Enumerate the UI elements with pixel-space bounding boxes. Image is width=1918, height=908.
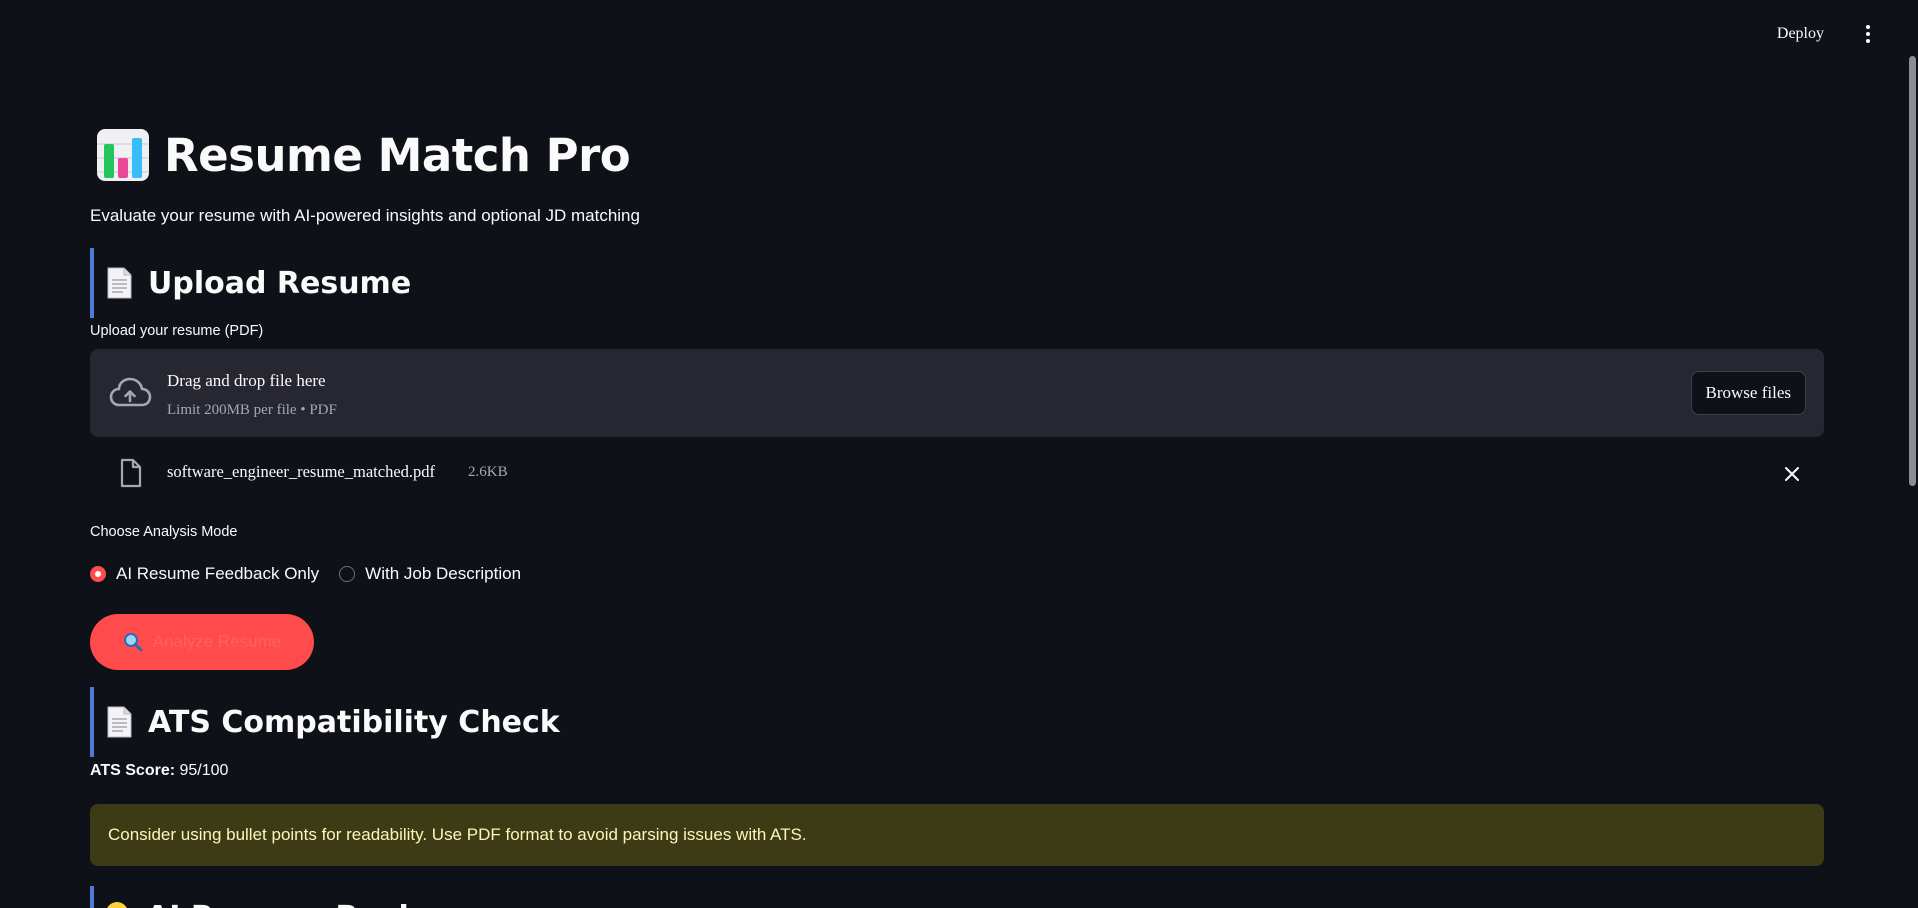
kebab-menu-icon[interactable] (1854, 20, 1882, 48)
radio-indicator (339, 566, 356, 582)
cloud-upload-icon (109, 377, 152, 407)
radio-ai-feedback-only[interactable]: AI Resume Feedback Only (90, 564, 319, 584)
file-dropzone[interactable]: Drag and drop file here Limit 200MB per … (90, 349, 1824, 437)
section-title: ATS Compatibility Check (148, 704, 560, 740)
lightbulb-icon (106, 902, 128, 908)
uploaded-file-name: software_engineer_resume_matched.pdf (167, 462, 436, 481)
ats-warning-alert: Consider using bullet points for readabi… (90, 804, 1824, 866)
radio-label: AI Resume Feedback Only (116, 564, 320, 583)
ats-score-value: 95/100 (175, 762, 229, 779)
browse-files-button[interactable]: Browse files (1690, 371, 1806, 415)
dropzone-limit: Limit 200MB per file • PDF (167, 402, 337, 418)
uploaded-file-row: software_engineer_resume_matched.pdf 2.6… (90, 456, 1824, 492)
analysis-mode-radio-group: AI Resume Feedback Only With Job Descrip… (90, 563, 541, 585)
top-bar: Deploy (0, 0, 1918, 68)
upload-section-heading: Upload Resume (90, 248, 411, 318)
deploy-button[interactable]: Deploy (1769, 20, 1832, 48)
section-title: Upload Resume (148, 265, 412, 301)
page-scrollbar[interactable] (1904, 0, 1918, 908)
document-icon (107, 267, 132, 299)
close-icon[interactable] (1780, 462, 1804, 486)
uploaded-file-size: 2.6KB (468, 464, 508, 480)
bar-chart-icon (97, 129, 149, 181)
ai-review-section-heading: AI Resume Review (90, 886, 457, 908)
magnifier-icon (123, 633, 143, 652)
radio-with-job-description[interactable]: With Job Description (339, 564, 521, 584)
scrollbar-thumb[interactable] (1909, 56, 1916, 486)
page-title-row: Resume Match Pro (96, 124, 631, 186)
document-icon (107, 706, 132, 738)
ats-score: ATS Score: 95/100 (90, 762, 228, 780)
file-icon (120, 458, 142, 488)
upload-field-label: Upload your resume (PDF) (90, 323, 264, 339)
app-root: Deploy Resume Match Pro Evaluate your re… (0, 0, 1918, 908)
radio-indicator (90, 566, 106, 582)
analyze-button-label: Analyze Resume (152, 632, 282, 651)
ats-score-label: ATS Score: (90, 762, 176, 779)
page-subtitle: Evaluate your resume with AI-powered ins… (90, 206, 640, 225)
ats-section-heading: ATS Compatibility Check (90, 687, 560, 757)
analysis-mode-label: Choose Analysis Mode (90, 524, 238, 540)
dropzone-title: Drag and drop file here (167, 371, 326, 390)
section-title: AI Resume Review (146, 900, 457, 908)
analyze-resume-button[interactable]: Analyze Resume (90, 614, 314, 670)
radio-label: With Job Description (365, 564, 522, 583)
page-title: Resume Match Pro (164, 128, 631, 182)
